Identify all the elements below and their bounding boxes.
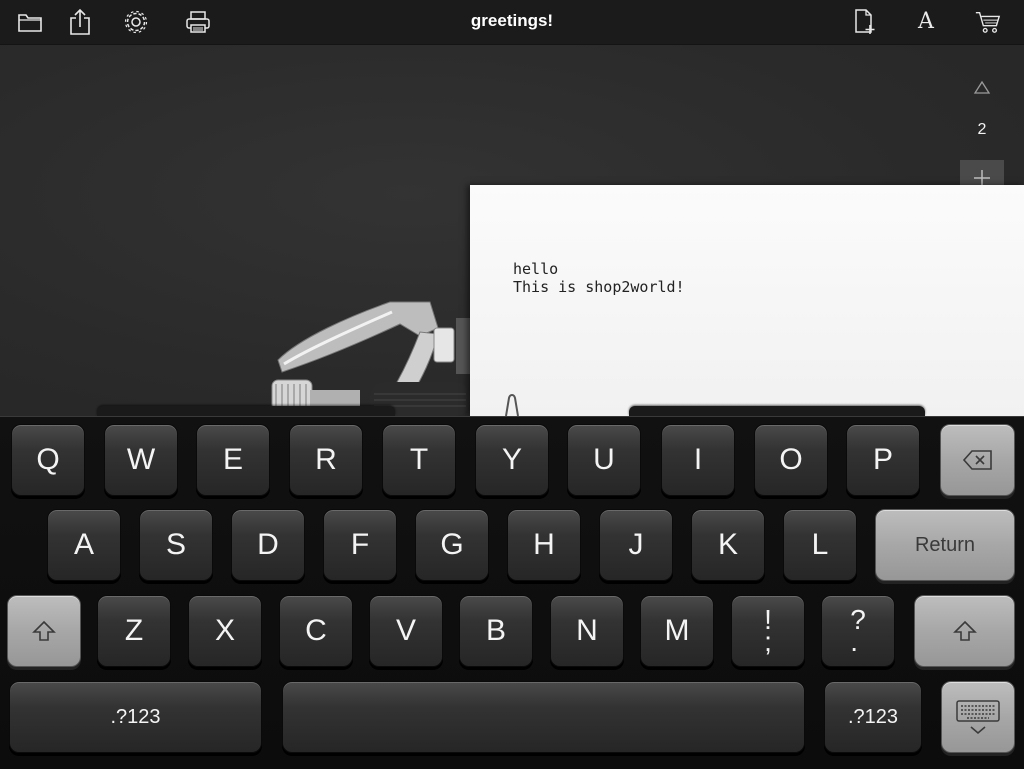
key-exclamation-semicolon[interactable]: ! ; xyxy=(731,595,805,667)
key-b[interactable]: B xyxy=(459,595,533,667)
typewriter-paper[interactable]: hello This is shop2world! xyxy=(470,185,1024,416)
key-h[interactable]: H xyxy=(507,509,581,581)
backspace-icon xyxy=(962,450,992,470)
key-v[interactable]: V xyxy=(369,595,443,667)
numbers-key-right[interactable]: .?123 xyxy=(824,681,922,753)
key-y[interactable]: Y xyxy=(475,424,549,496)
share-icon[interactable] xyxy=(66,8,94,36)
key-x[interactable]: X xyxy=(188,595,262,667)
folder-icon[interactable] xyxy=(16,8,44,36)
key-o[interactable]: O xyxy=(754,424,828,496)
key-c[interactable]: C xyxy=(279,595,353,667)
key-s[interactable]: S xyxy=(139,509,213,581)
hide-keyboard-key[interactable] xyxy=(941,681,1015,753)
carriage-strip-right xyxy=(629,406,925,416)
key-w[interactable]: W xyxy=(104,424,178,496)
backspace-key[interactable] xyxy=(940,424,1015,496)
shift-key-left[interactable] xyxy=(7,595,81,667)
key-j[interactable]: J xyxy=(599,509,673,581)
key-g[interactable]: G xyxy=(415,509,489,581)
key-f[interactable]: F xyxy=(323,509,397,581)
keyboard-hide-icon xyxy=(956,700,1000,735)
triangle-up-icon[interactable] xyxy=(970,78,994,98)
key-l[interactable]: L xyxy=(783,509,857,581)
key-i[interactable]: I xyxy=(661,424,735,496)
key-d[interactable]: D xyxy=(231,509,305,581)
cart-icon[interactable] xyxy=(974,8,1002,36)
key-n[interactable]: N xyxy=(550,595,624,667)
key-a[interactable]: A xyxy=(47,509,121,581)
key-q[interactable]: Q xyxy=(11,424,85,496)
key-u[interactable]: U xyxy=(567,424,641,496)
new-document-icon[interactable] xyxy=(850,8,878,36)
return-key[interactable]: Return xyxy=(875,509,1015,581)
key-e[interactable]: E xyxy=(196,424,270,496)
typewriter-carriage-illustration xyxy=(271,301,470,416)
key-t[interactable]: T xyxy=(382,424,456,496)
typewriter-keyboard: Q W E R T Y U I O P A S D F G H J K L Re… xyxy=(0,416,1024,769)
key-z[interactable]: Z xyxy=(97,595,171,667)
key-m[interactable]: M xyxy=(640,595,714,667)
key-p[interactable]: P xyxy=(846,424,920,496)
carriage-strip-left xyxy=(97,406,395,416)
top-toolbar: greetings! A xyxy=(0,0,1024,45)
page-number: 2 xyxy=(977,121,987,138)
shift-icon xyxy=(32,620,56,641)
key-r[interactable]: R xyxy=(289,424,363,496)
font-icon[interactable]: A xyxy=(912,8,940,36)
document-text[interactable]: hello This is shop2world! xyxy=(513,260,685,296)
paper-bail-clip xyxy=(505,394,519,416)
key-question-period[interactable]: ? . xyxy=(821,595,895,667)
key-k[interactable]: K xyxy=(691,509,765,581)
numbers-key-left[interactable]: .?123 xyxy=(9,681,262,753)
shift-icon xyxy=(952,620,977,641)
gear-icon[interactable] xyxy=(122,8,150,36)
space-bar[interactable] xyxy=(282,681,805,753)
printer-icon[interactable] xyxy=(184,8,212,36)
shift-key-right[interactable] xyxy=(914,595,1015,667)
